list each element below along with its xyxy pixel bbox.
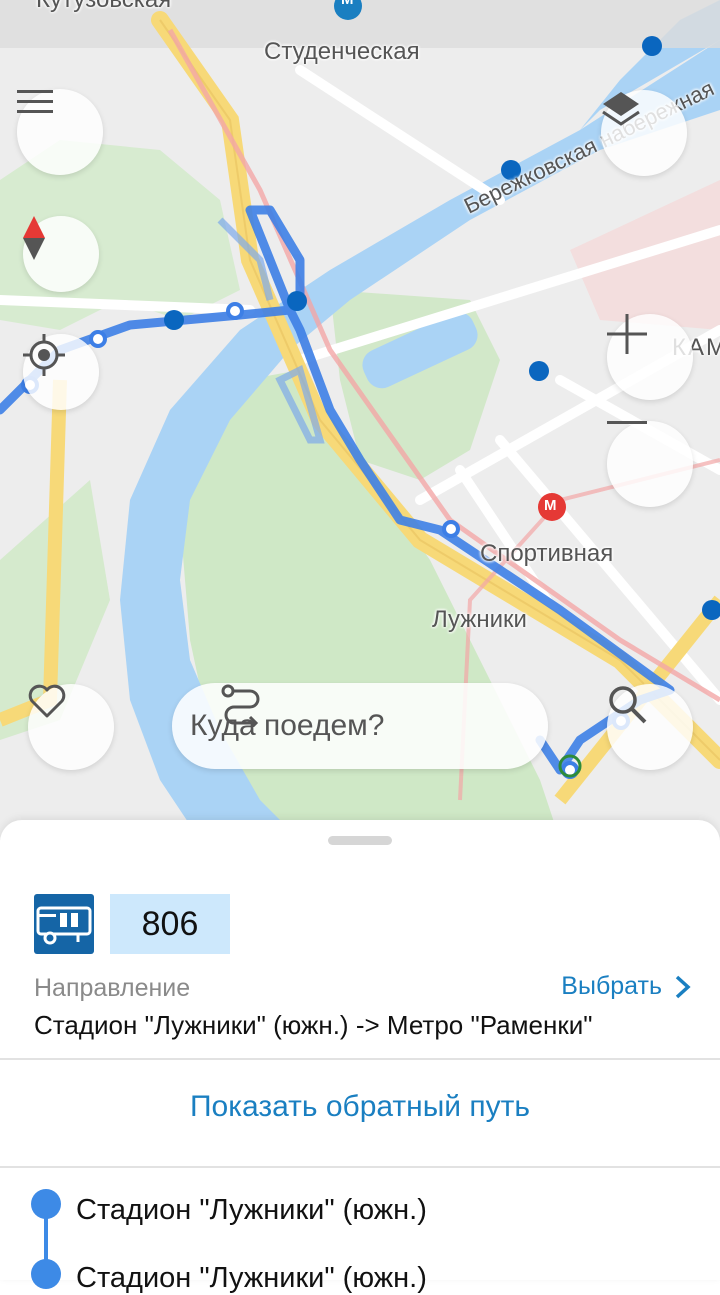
compass-icon — [23, 216, 45, 260]
direction-label: Направление — [34, 974, 191, 1002]
choose-direction-button[interactable]: Выбрать — [561, 972, 692, 1001]
favorite-button[interactable] — [28, 684, 114, 770]
route-bottom-sheet[interactable]: 806 Направление Выбрать Стадион "Лужники… — [0, 820, 720, 1294]
divider — [0, 1166, 720, 1168]
choose-direction-label: Выбрать — [561, 972, 662, 1000]
map-view[interactable]: Кутузовская Студенческая Бережковская на… — [0, 0, 720, 840]
metro-icon: М — [341, 0, 354, 8]
stop-item[interactable]: Стадион "Лужники" (южн.) — [76, 1262, 427, 1295]
search-button[interactable] — [607, 684, 693, 770]
my-location-button[interactable] — [23, 334, 99, 410]
route-number: 806 — [110, 894, 230, 954]
chevron-right-icon — [675, 975, 691, 998]
layers-button[interactable] — [601, 90, 687, 176]
divider — [0, 1058, 720, 1060]
heart-icon — [28, 684, 66, 718]
layers-icon — [602, 92, 640, 126]
direction-value: Стадион "Лужники" (южн.) -> Метро "Рамен… — [34, 1010, 593, 1040]
stop-item[interactable]: Стадион "Лужники" (южн.) — [76, 1194, 427, 1227]
map-label-sportivnaya: Спортивная — [480, 540, 614, 567]
zoom-out-button[interactable] — [607, 421, 693, 507]
map-label-luzhniki: Лужники — [432, 606, 527, 633]
compass-button[interactable] — [23, 216, 99, 292]
menu-icon — [17, 90, 53, 113]
minus-icon — [607, 421, 647, 424]
reverse-route-button[interactable]: Показать обратный путь — [0, 1090, 720, 1124]
metro-icon: М — [544, 497, 557, 514]
plus-icon — [607, 314, 647, 354]
route-icon — [221, 684, 260, 727]
menu-button[interactable] — [17, 89, 103, 175]
my-location-icon — [23, 334, 65, 376]
zoom-in-button[interactable] — [607, 314, 693, 400]
bus-icon — [34, 894, 94, 954]
destination-search[interactable]: Куда поедем? — [172, 683, 548, 769]
map-label-studencheskaya: Студенческая — [264, 38, 420, 65]
stop-dot — [31, 1189, 61, 1219]
stop-dot — [31, 1259, 61, 1289]
search-icon — [609, 686, 647, 724]
sheet-drag-handle[interactable] — [328, 836, 392, 845]
map-label-kutuzovskaya: Кутузовская — [36, 0, 171, 14]
